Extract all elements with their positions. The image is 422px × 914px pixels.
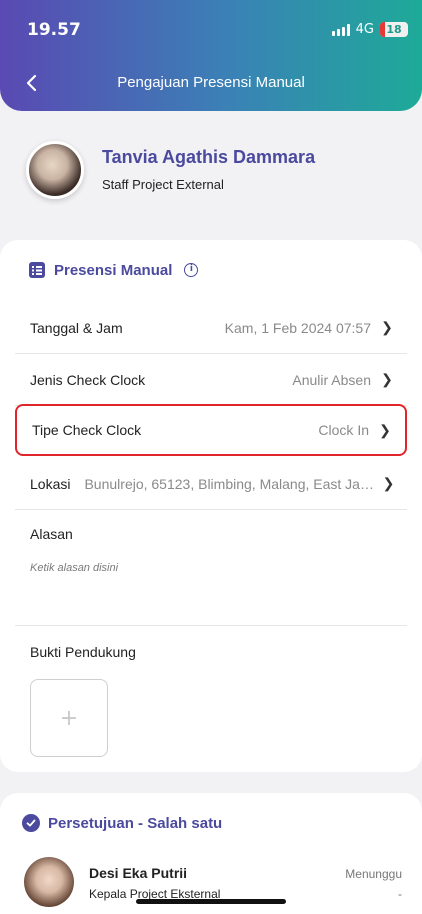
row-label: Jenis Check Clock bbox=[30, 371, 146, 388]
battery-level: 18 bbox=[386, 23, 402, 36]
profile-name: Tanvia Agathis Dammara bbox=[102, 147, 316, 167]
alasan-input[interactable] bbox=[30, 562, 390, 574]
row-label: Tipe Check Clock bbox=[32, 422, 142, 438]
row-tipe-check-clock[interactable]: Tipe Check Clock Clock In ❯ bbox=[15, 404, 407, 456]
approver-date: - bbox=[398, 887, 402, 901]
plus-icon: + bbox=[59, 705, 79, 731]
row-value: Clock In bbox=[318, 422, 369, 438]
check-circle-icon bbox=[22, 814, 40, 832]
avatar bbox=[26, 141, 84, 199]
status-time: 19.57 bbox=[27, 20, 81, 40]
battery-icon: 18 bbox=[380, 22, 408, 37]
approval-card: Persetujuan - Salah satu Desi Eka Putrii… bbox=[0, 793, 422, 914]
profile-role: Staff Project External bbox=[102, 177, 224, 192]
section-title: Presensi Manual bbox=[54, 261, 173, 279]
status-badge: Menunggu bbox=[345, 867, 402, 881]
info-icon[interactable]: i bbox=[184, 263, 199, 277]
chevron-right-icon: ❯ bbox=[382, 475, 395, 491]
signal-icon bbox=[331, 23, 350, 36]
network-type: 4G bbox=[355, 22, 374, 37]
alasan-block: Alasan bbox=[15, 510, 407, 626]
row-label: Tanggal & Jam bbox=[30, 319, 123, 336]
list-icon bbox=[29, 262, 45, 278]
avatar bbox=[24, 857, 74, 907]
chevron-right-icon: ❯ bbox=[381, 319, 393, 335]
approval-header: Persetujuan - Salah satu bbox=[22, 814, 222, 832]
profile-summary: Tanvia Agathis Dammara Staff Project Ext… bbox=[26, 141, 406, 201]
row-lokasi[interactable]: Lokasi Bunulrejo, 65123, Blimbing, Malan… bbox=[15, 458, 407, 510]
approval-title: Persetujuan - Salah satu bbox=[48, 814, 223, 832]
chevron-right-icon: ❯ bbox=[381, 371, 393, 387]
row-value: Bunulrejo, 65123, Blimbing, Malang, East… bbox=[84, 475, 375, 492]
alasan-label: Alasan bbox=[30, 526, 73, 542]
page-title: Pengajuan Presensi Manual bbox=[117, 74, 305, 91]
app-header: 19.57 4G 18 Pengajuan Presensi Manual bbox=[0, 0, 422, 111]
row-value: Anulir Absen bbox=[292, 371, 371, 388]
status-indicators: 4G 18 bbox=[331, 22, 408, 37]
home-indicator[interactable] bbox=[136, 899, 286, 904]
bukti-label: Bukti Pendukung bbox=[30, 644, 136, 660]
approver-name: Desi Eka Putrii bbox=[89, 865, 188, 881]
row-tanggal-jam[interactable]: Tanggal & Jam Kam, 1 Feb 2024 07:57 ❯ bbox=[15, 302, 407, 354]
presensi-form-card: Presensi Manual i Tanggal & Jam Kam, 1 F… bbox=[0, 240, 422, 772]
section-header: Presensi Manual i bbox=[28, 261, 199, 279]
row-jenis-check-clock[interactable]: Jenis Check Clock Anulir Absen ❯ bbox=[15, 354, 407, 406]
row-label: Lokasi bbox=[30, 475, 71, 492]
upload-button[interactable]: + bbox=[30, 679, 108, 757]
chevron-right-icon: ❯ bbox=[379, 421, 391, 438]
row-value: Kam, 1 Feb 2024 07:57 bbox=[224, 319, 371, 336]
